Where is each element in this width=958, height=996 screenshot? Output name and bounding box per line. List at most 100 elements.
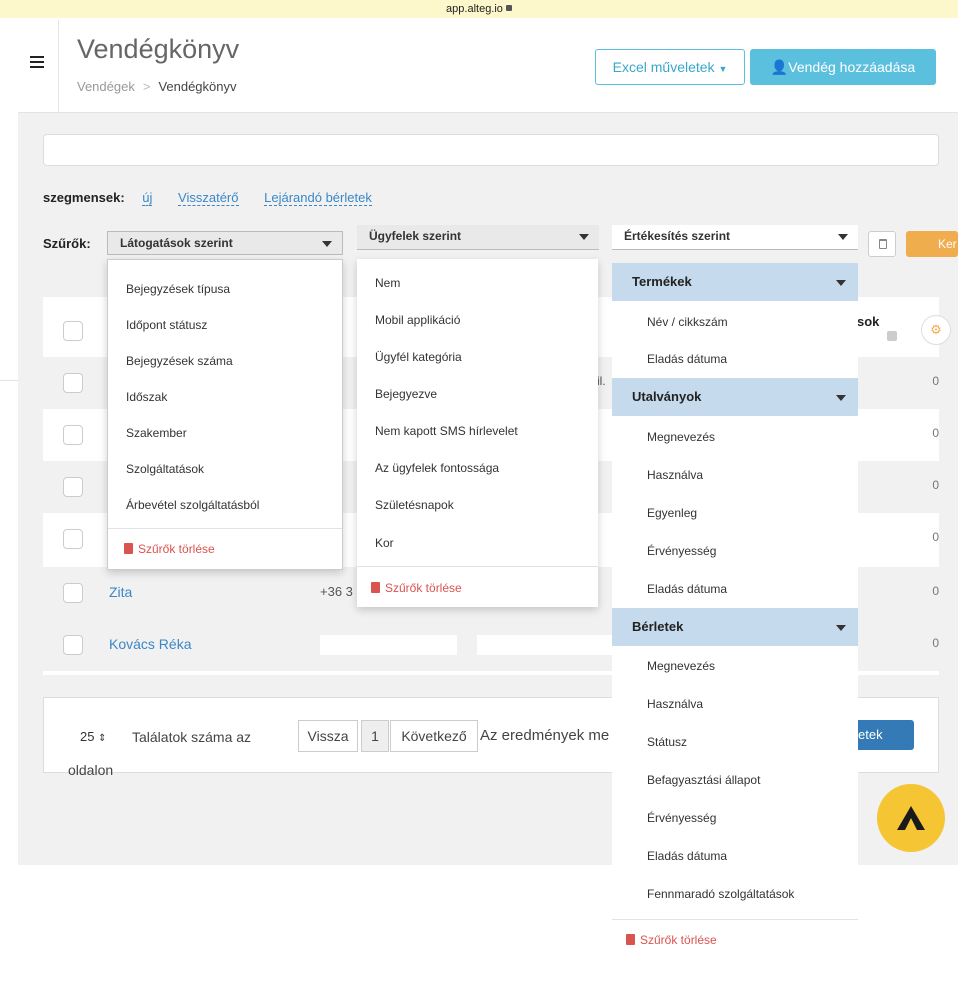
breadcrumb-item-guests[interactable]: Vendégek <box>77 79 135 94</box>
guest-phone: +36 3 <box>320 584 353 599</box>
breadcrumb-item-current: Vendégkönyv <box>158 79 237 94</box>
excel-actions-button[interactable]: Excel műveletek ▼ <box>595 49 745 85</box>
logo-icon <box>897 806 925 830</box>
dropdown-item[interactable]: Kor <box>375 536 394 550</box>
dropdown-item[interactable]: Árbevétel szolgáltatásból <box>126 498 259 512</box>
guest-value: 0 <box>932 478 939 492</box>
dropdown-item[interactable]: Megnevezés <box>647 430 715 444</box>
redacted-field <box>320 635 457 655</box>
per-page-label: Találatok száma az <box>132 729 252 745</box>
guest-value: 0 <box>932 584 939 598</box>
results-text: Az eredmények me <box>480 727 610 744</box>
breadcrumb-separator-icon: > <box>142 79 151 94</box>
clear-filters-label: Szűrők törlése <box>640 933 717 947</box>
dropdown-item[interactable]: Ügyfél kategória <box>375 350 462 364</box>
filter-visits-select[interactable]: Látogatások szerint <box>107 231 343 255</box>
dropdown-item[interactable]: Szolgáltatások <box>126 462 204 476</box>
clear-filters-link[interactable]: Szűrők törlése <box>626 933 717 947</box>
dropdown-item[interactable]: Eladás dátuma <box>647 352 727 366</box>
clear-filters-link[interactable]: Szűrők törlése <box>371 581 462 595</box>
dropdown-item[interactable]: Eladás dátuma <box>647 582 727 596</box>
search-button[interactable]: Ker <box>906 231 958 257</box>
section-products[interactable]: Termékek <box>612 263 858 301</box>
add-guest-label: Vendég hozzáadása <box>788 59 916 75</box>
clear-filters-label: Szűrők törlése <box>385 581 462 595</box>
dropdown-item[interactable]: Nem <box>375 276 400 290</box>
dropdown-item[interactable]: Érvényesség <box>647 811 716 825</box>
caret-down-icon <box>836 625 846 631</box>
dropdown-item[interactable]: Érvényesség <box>647 544 716 558</box>
dropdown-item[interactable]: Mobil applikáció <box>375 313 460 327</box>
filter-sales-select[interactable]: Értékesítés szerint <box>612 225 858 250</box>
guest-value: 0 <box>932 636 939 650</box>
section-passes[interactable]: Bérletek <box>612 608 858 646</box>
dropdown-item[interactable]: Státusz <box>647 735 687 749</box>
url-text: app.alteg.io <box>446 3 503 15</box>
dropdown-item[interactable]: Használva <box>647 468 703 482</box>
guest-name[interactable]: Kovács Réka <box>109 636 191 652</box>
segment-returning[interactable]: Visszatérő <box>178 190 239 206</box>
sort-arrows-icon: ⇕ <box>98 733 107 744</box>
row-checkbox[interactable] <box>63 583 83 603</box>
per-page-value: 25 <box>80 729 95 744</box>
select-all-checkbox[interactable] <box>63 321 83 341</box>
add-guest-button[interactable]: 👤Vendég hozzáadása <box>750 49 936 85</box>
dropdown-divider <box>108 528 342 529</box>
caret-down-icon <box>322 241 332 247</box>
dropdown-item[interactable]: Bejegyzések száma <box>126 354 233 368</box>
dropdown-item[interactable]: Használva <box>647 697 703 711</box>
per-page-select[interactable]: 25 ⇕ <box>68 725 124 749</box>
dropdown-item[interactable]: Bejegyzések típusa <box>126 282 230 296</box>
dropdown-item[interactable]: Fennmaradó szolgáltatások <box>647 887 794 901</box>
dropdown-item[interactable]: Név / cikkszám <box>647 315 728 329</box>
row-checkbox[interactable] <box>63 425 83 445</box>
dropdown-item[interactable]: Megnevezés <box>647 659 715 673</box>
row-checkbox[interactable] <box>63 635 83 655</box>
dropdown-item[interactable]: Időpont státusz <box>126 318 207 332</box>
guest-value: 0 <box>932 530 939 544</box>
filters-label: Szűrők: <box>43 236 91 251</box>
redacted-field <box>477 635 617 655</box>
page-title: Vendégkönyv <box>77 34 240 64</box>
trash-icon <box>626 934 635 945</box>
page-1-button[interactable]: 1 <box>361 720 389 752</box>
dropdown-item[interactable]: Egyenleg <box>647 506 697 520</box>
dropdown-item[interactable]: Bejegyezve <box>375 387 437 401</box>
dropdown-item[interactable]: Az ügyfelek fontossága <box>375 461 499 475</box>
dropdown-item[interactable]: Időszak <box>126 390 167 404</box>
segment-new[interactable]: új <box>142 190 153 206</box>
filter-customers-value: Ügyfelek szerint <box>369 229 462 243</box>
clear-filters-button[interactable] <box>868 231 896 257</box>
row-checkbox[interactable] <box>63 373 83 393</box>
dropdown-item[interactable]: Születésnapok <box>375 498 454 512</box>
guest-name[interactable]: Zita <box>109 584 132 600</box>
help-chat-button[interactable] <box>877 784 945 852</box>
dropdown-item[interactable]: Nem kapott SMS hírlevelet <box>375 424 518 438</box>
trash-icon <box>371 582 380 593</box>
section-title: Utalványok <box>632 389 702 404</box>
previous-page-button[interactable]: Vissza <box>298 720 358 752</box>
sidebar-edge <box>0 380 18 381</box>
next-page-button[interactable]: Következő <box>390 720 478 752</box>
column-header-sok: sok <box>857 314 880 329</box>
filter-visits-value: Látogatások szerint <box>120 236 233 250</box>
dropdown-item[interactable]: Szakember <box>126 426 187 440</box>
row-checkbox[interactable] <box>63 529 83 549</box>
dropdown-item[interactable]: Befagyasztási állapot <box>647 773 760 787</box>
segment-expiring-passes[interactable]: Lejárandó bérletek <box>264 190 372 206</box>
section-vouchers[interactable]: Utalványok <box>612 378 858 416</box>
row-checkbox[interactable] <box>63 477 83 497</box>
gear-icon[interactable]: ⚙ <box>921 315 951 345</box>
filter-visits-dropdown: Bejegyzések típusa Időpont státusz Bejeg… <box>107 259 343 570</box>
filter-customers-select[interactable]: Ügyfelek szerint <box>357 225 599 250</box>
add-user-icon: 👤 <box>770 59 789 75</box>
filter-sales-value: Értékesítés szerint <box>624 229 731 243</box>
dropdown-item[interactable]: Eladás dátuma <box>647 849 727 863</box>
filter-customers-dropdown: Nem Mobil applikáció Ügyfél kategória Be… <box>357 259 598 607</box>
browser-url-bar[interactable]: app.alteg.io <box>0 0 958 18</box>
dropdown-divider <box>357 566 598 567</box>
clear-filters-link[interactable]: Szűrők törlése <box>124 542 215 556</box>
search-input[interactable] <box>43 134 939 166</box>
excel-actions-label: Excel műveletek <box>612 59 715 75</box>
menu-icon[interactable] <box>30 56 44 68</box>
